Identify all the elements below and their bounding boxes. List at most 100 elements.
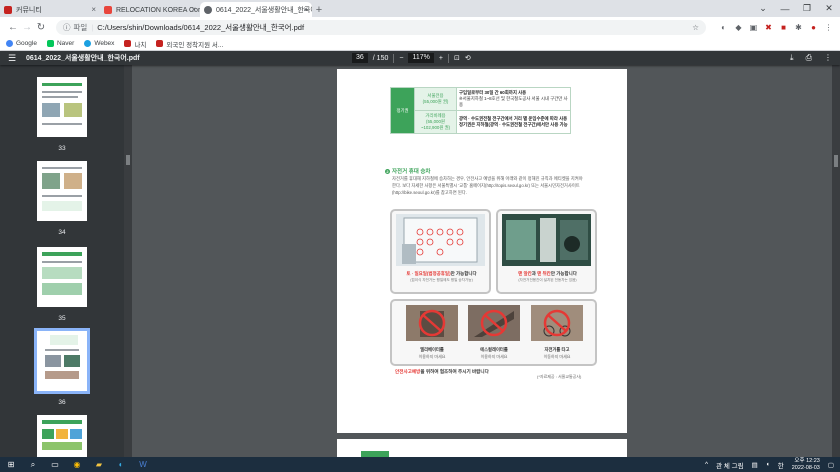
page-thumbnail[interactable]: 34 (37, 161, 87, 236)
main-scrollbar[interactable] (832, 65, 840, 457)
thumbnail-number: 33 (58, 145, 66, 152)
forward-icon[interactable]: → (20, 22, 34, 33)
bookmark-nachi[interactable]: 나치 (124, 39, 146, 49)
maximize-icon[interactable]: ❐ (796, 3, 818, 14)
extension-icon[interactable]: ◐ (718, 22, 729, 33)
volume-icon[interactable]: ◖ (766, 461, 770, 468)
extension-icon[interactable]: ◆ (733, 22, 744, 33)
browser-toolbar: ← → ↻ ⓘ 파일 | C:/Users/shin/Downloads/061… (0, 17, 840, 37)
clock[interactable]: 오후 12:23 2022-08-03 (792, 458, 820, 471)
task-view-icon[interactable]: ▭ (50, 460, 60, 470)
bookmark-naver[interactable]: Naver (46, 40, 74, 47)
google-icon (6, 40, 13, 47)
bookmark-foreign-support[interactable]: 외국인 정착지원 서... (156, 39, 223, 49)
print-icon[interactable]: ⎙ (806, 53, 812, 63)
close-window-icon[interactable]: ✕ (818, 3, 840, 14)
table-description: 광역 · 수도권전철 전구간에서 거리 별 운임수준에 따라 사용 정기권은 지하… (456, 110, 571, 134)
page-thumbnail[interactable]: 37 (37, 415, 87, 457)
no-item-title: 엘리베이터를 (420, 347, 444, 352)
pdf-viewer: 33 34 35 36 정기권 서울전용 (55,000원 권) 구입일로부터 … (0, 65, 840, 469)
section-body: 자전거를 휴대해 지하철에 승차하는 경우, 안전사고 예방을 위해 아래와 같… (392, 176, 583, 195)
network-icon[interactable]: ▤ (752, 461, 758, 469)
extension-icon[interactable]: ▣ (748, 22, 759, 33)
search-icon[interactable]: ⌕ (28, 460, 38, 470)
scheme-label: 파일 (73, 22, 88, 32)
favicon-icon (104, 5, 112, 14)
puzzle-icon[interactable]: ✱ (793, 22, 804, 33)
chrome-icon[interactable]: ◉ (72, 460, 82, 470)
tab-label: 커뮤니티 (16, 6, 42, 14)
reload-icon[interactable]: ↻ (34, 22, 48, 33)
no-item-sub: 이용하지 마세요 (418, 354, 446, 359)
file-explorer-icon[interactable]: ▰ (94, 460, 104, 470)
weekend-caption: 토 · 일요일(법정공휴일)만 가능합니다 (406, 271, 477, 276)
bookmarks-bar: Google Naver Webex 나치 외국인 정착지원 서... (0, 37, 840, 51)
new-tab-icon[interactable]: + (312, 2, 326, 17)
tray-chevron-icon[interactable]: ^ (705, 461, 708, 468)
rotate-icon[interactable]: ⟲ (465, 54, 471, 62)
site-icon (156, 40, 164, 47)
car-position-subcaption: (자전거전용칸이 설치된 전동차는 있음) (518, 278, 577, 282)
pdf-filename: 0614_2022_서울생활안내_한국어.pdf (26, 55, 140, 62)
minimize-icon[interactable]: — (774, 4, 796, 14)
page-total: / 150 (372, 54, 389, 62)
divider (393, 53, 395, 63)
table-description: 구입일로부터 30일 간 60회까지 사용 ※서울지하철 1~8호선 및 한국철도… (456, 87, 571, 111)
tab-relocation[interactable]: RELOCATION KOREA Corp. 컨 × (100, 2, 200, 17)
no-escalator-photo (468, 305, 520, 341)
section-heading: 2 자전거 휴대 승차 (385, 168, 431, 175)
menu-icon[interactable]: ☰ (8, 53, 18, 64)
zoom-level-input[interactable]: 117% (408, 53, 434, 63)
tab-search-icon[interactable]: ⌄ (752, 3, 774, 14)
source-credit: (*자료제공 : 서울교통공사) (537, 374, 582, 379)
globe-icon (204, 5, 212, 14)
download-icon[interactable]: ⤓ (790, 53, 794, 63)
tab-community[interactable]: 커뮤니티 × (0, 2, 100, 17)
bookmark-star-icon[interactable]: ☆ (692, 23, 699, 32)
close-tab-icon[interactable]: × (191, 5, 196, 14)
address-bar[interactable]: ⓘ 파일 | C:/Users/shin/Downloads/0614_2022… (56, 19, 706, 35)
page-number-input[interactable]: 36 (352, 53, 368, 63)
thumbnail-number: 36 (58, 399, 66, 406)
page-thumbnail[interactable]: 33 (37, 77, 87, 152)
close-tab-icon[interactable]: × (303, 5, 308, 14)
extension-icon[interactable]: ✖ (763, 22, 774, 33)
sidebar-scrollbar[interactable] (124, 65, 132, 457)
ime-indicator[interactable]: 한 (778, 460, 784, 470)
divider (447, 53, 449, 63)
no-elevator-item: 엘리베이터를 이용하지 마세요 (406, 305, 458, 363)
pdf-toolbar: ☰ 0614_2022_서울생활안내_한국어.pdf 36 / 150 − 11… (0, 51, 840, 65)
pass-table: 정기권 서울전용 (55,000원 권) 구입일로부터 30일 간 60회까지 … (390, 87, 571, 134)
notification-icon[interactable]: ▢ (828, 461, 834, 469)
system-tray: ^ 관 체 그림 ▤ ◖ 한 오후 12:23 2022-08-03 ▢ (705, 458, 834, 471)
no-item-title: 에스컬레이터를 (480, 347, 508, 352)
bookmark-webex[interactable]: Webex (84, 40, 114, 47)
word-icon[interactable]: W (138, 460, 148, 470)
info-icon[interactable]: ⓘ (63, 22, 71, 33)
bookmark-google[interactable]: Google (6, 40, 37, 47)
tab-pdf[interactable]: 0614_2022_서울생활안내_한국어 × (200, 2, 312, 17)
zoom-out-button[interactable]: − (399, 55, 403, 62)
fit-page-icon[interactable]: ⊡ (454, 54, 460, 62)
more-menu-icon[interactable]: ⋮ (823, 22, 834, 33)
more-options-icon[interactable]: ⋮ (824, 53, 832, 63)
windows-start-icon[interactable]: ⊞ (6, 460, 16, 470)
profile-avatar[interactable]: ● (808, 22, 819, 33)
scrollbar-thumb[interactable] (126, 155, 130, 165)
favicon-icon (4, 5, 12, 14)
no-item-sub: 이용하지 마세요 (480, 354, 508, 359)
edge-icon[interactable]: ◐ (116, 460, 126, 470)
extension-icon[interactable]: ■ (778, 22, 789, 33)
no-item-sub: 이동하지 마세요 (543, 354, 571, 359)
tab-label: 0614_2022_서울생활안내_한국어 (216, 6, 312, 14)
no-riding-photo (531, 305, 583, 341)
table-subcategory: 서울전용 (55,000원 권) (414, 87, 457, 111)
zoom-in-button[interactable]: + (439, 55, 443, 62)
page-thumbnail-current[interactable]: 36 (34, 328, 90, 406)
back-icon[interactable]: ← (6, 22, 20, 33)
page-thumbnail[interactable]: 35 (37, 247, 87, 322)
close-tab-icon[interactable]: × (91, 5, 96, 14)
url-text: C:/Users/shin/Downloads/0614_2022_서울생활안내… (97, 22, 305, 32)
scrollbar-thumb[interactable] (834, 155, 838, 167)
tray-text[interactable]: 관 체 그림 (716, 460, 744, 470)
